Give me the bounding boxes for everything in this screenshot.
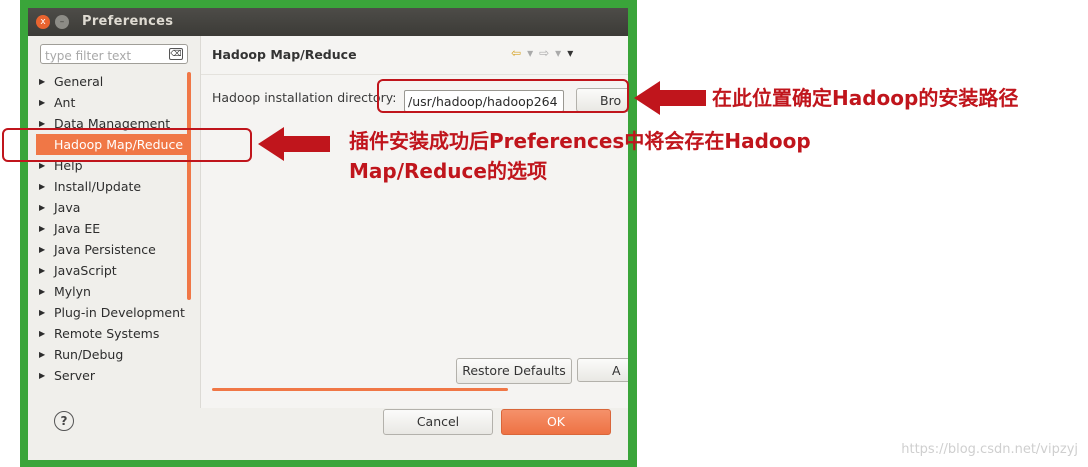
plugin-annotation-line2: Map/Reduce的选项 <box>349 159 547 183</box>
install-path-annotation: 在此位置确定Hadoop的安装路径 <box>712 86 1019 110</box>
sidebar-scrollbar[interactable] <box>187 72 191 300</box>
forward-dropdown-icon[interactable]: ▾ <box>555 46 561 60</box>
expand-arrow-icon[interactable]: ▶ <box>39 239 45 260</box>
window-title: Preferences <box>82 14 174 29</box>
tree-item[interactable]: ▶ Plug-in Development <box>36 302 190 323</box>
tree-item-label: Run/Debug <box>54 347 124 362</box>
expand-arrow-icon[interactable]: ▶ <box>39 218 45 239</box>
filter-field[interactable]: ⌫ <box>40 44 188 64</box>
tree-item-label: Java EE <box>54 221 101 236</box>
tree-item-label: Java <box>54 200 81 215</box>
expand-arrow-icon[interactable]: ▶ <box>39 323 45 344</box>
menu-item-highlight-box <box>2 128 252 162</box>
tree-item[interactable]: ▶ General <box>36 71 190 92</box>
tree-item-label: Server <box>54 368 95 383</box>
tree-item-label: Mylyn <box>54 284 91 299</box>
tree-item[interactable]: ▶ Server <box>36 365 190 386</box>
tree-item-label: General <box>54 74 104 89</box>
tree-item[interactable]: ▶ Install/Update <box>36 176 190 197</box>
tree-item[interactable]: ▶ Java EE <box>36 218 190 239</box>
ok-button[interactable]: OK <box>501 409 611 435</box>
page-title: Hadoop Map/Reduce <box>212 47 357 62</box>
tree-item-label: Install/Update <box>54 179 142 194</box>
tree-item-label: Plug-in Development <box>54 305 185 320</box>
plugin-annotation-line1: 插件安装成功后Preferences中将会存在Hadoop <box>349 129 811 153</box>
restore-defaults-button[interactable]: Restore Defaults <box>456 358 572 384</box>
expand-arrow-icon[interactable]: ▶ <box>39 71 45 92</box>
tree-item[interactable]: ▶ Ant <box>36 92 190 113</box>
tree-item[interactable]: ▶ Run/Debug <box>36 344 190 365</box>
view-menu-icon[interactable]: ▾ <box>567 46 573 60</box>
tree-item[interactable]: ▶ Java Persistence <box>36 239 190 260</box>
cancel-button[interactable]: Cancel <box>383 409 493 435</box>
tree-item[interactable]: ▶ JavaScript <box>36 260 190 281</box>
expand-arrow-icon[interactable]: ▶ <box>39 197 45 218</box>
minimize-icon[interactable]: – <box>55 15 69 29</box>
expand-arrow-icon[interactable]: ▶ <box>39 281 45 302</box>
preferences-dialog: x – Preferences ⌫ ▶General▶Ant▶Data Mana… <box>28 8 628 460</box>
left-arrow-icon <box>258 127 330 161</box>
left-arrow-icon <box>634 81 706 115</box>
clear-filter-icon[interactable]: ⌫ <box>169 48 183 60</box>
expand-arrow-icon[interactable]: ▶ <box>39 176 45 197</box>
install-dir-label: Hadoop installation directory: <box>212 90 397 105</box>
tree-item[interactable]: ▶ Mylyn <box>36 281 190 302</box>
expand-arrow-icon[interactable]: ▶ <box>39 344 45 365</box>
filter-input[interactable] <box>41 48 171 64</box>
back-dropdown-icon[interactable]: ▾ <box>527 46 533 60</box>
expand-arrow-icon[interactable]: ▶ <box>39 92 45 113</box>
apply-button[interactable]: A <box>577 358 628 382</box>
watermark: https://blog.csdn.net/vipzyj <box>901 442 1078 457</box>
tree-item[interactable]: ▶ Remote Systems <box>36 323 190 344</box>
close-icon[interactable]: x <box>36 15 50 29</box>
title-bar: x – Preferences <box>28 8 628 36</box>
expand-arrow-icon[interactable]: ▶ <box>39 365 45 386</box>
header-separator <box>201 74 628 75</box>
tree-item-label: JavaScript <box>54 263 117 278</box>
expand-arrow-icon[interactable]: ▶ <box>39 302 45 323</box>
page-nav: ⇦ ▾ ⇨ ▾ ▾ <box>511 46 579 60</box>
tree-item-label: Java Persistence <box>54 242 156 257</box>
help-icon[interactable]: ? <box>54 411 74 431</box>
tree-item-label: Ant <box>54 95 76 110</box>
preferences-tree: ▶ General ▶ Ant ▶ Data Management Hadoop Map/R… <box>36 71 190 386</box>
install-dir-highlight-box <box>377 79 629 113</box>
horizontal-scrollbar[interactable] <box>212 388 508 391</box>
expand-arrow-icon[interactable]: ▶ <box>39 260 45 281</box>
back-arrow-icon[interactable]: ⇦ <box>511 46 521 60</box>
tree-item-label: Remote Systems <box>54 326 160 341</box>
forward-arrow-icon[interactable]: ⇨ <box>539 46 549 60</box>
tree-item[interactable]: ▶ Java <box>36 197 190 218</box>
